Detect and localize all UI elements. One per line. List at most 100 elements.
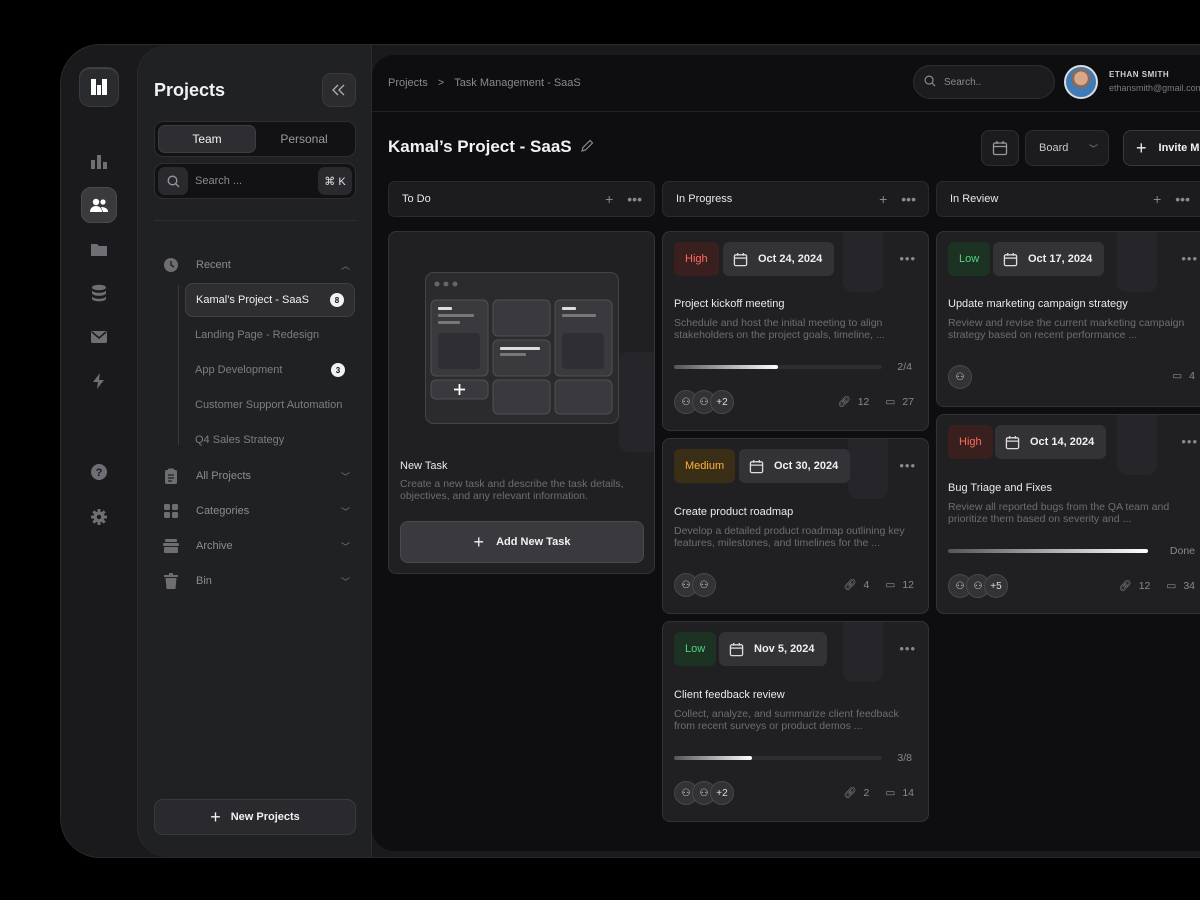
card-decoration bbox=[1117, 415, 1157, 475]
pencil-icon[interactable] bbox=[580, 139, 594, 158]
links-count: 12 bbox=[857, 395, 870, 408]
add-new-task-label: Add New Task bbox=[496, 536, 571, 548]
assignees[interactable]: ⚇ ⚇ bbox=[674, 573, 716, 597]
grid-icon bbox=[162, 502, 180, 520]
more-members-badge: +2 bbox=[710, 781, 734, 805]
due-date-text: Oct 14, 2024 bbox=[1030, 436, 1095, 448]
calendar-icon bbox=[749, 459, 764, 474]
task-description: Collect, analyze, and summarize client f… bbox=[674, 708, 899, 732]
project-item-customer-support[interactable]: Customer Support Automation bbox=[185, 388, 355, 422]
breadcrumb-projects[interactable]: Projects bbox=[388, 77, 428, 89]
project-item-app-development[interactable]: App Development 3 bbox=[185, 353, 355, 387]
add-icon[interactable]: + bbox=[605, 191, 613, 207]
view-select[interactable]: Board ﹀ bbox=[1025, 130, 1109, 166]
team-nav[interactable] bbox=[81, 187, 117, 223]
collapse-sidebar-button[interactable] bbox=[322, 73, 356, 107]
project-item-label: Landing Page - Redesign bbox=[195, 329, 320, 341]
links-count: 2 bbox=[863, 786, 870, 799]
breadcrumb-separator: > bbox=[437, 77, 445, 89]
progress-label: 2/4 bbox=[897, 361, 912, 373]
task-description: Schedule and host the initial meeting to… bbox=[674, 317, 885, 341]
more-icon[interactable]: ••• bbox=[1181, 252, 1198, 265]
all-projects-section[interactable]: All Projects ﹀ bbox=[162, 466, 356, 486]
divider bbox=[154, 220, 356, 221]
more-icon[interactable]: ••• bbox=[1181, 435, 1198, 448]
calendar-icon bbox=[733, 252, 748, 267]
more-icon[interactable]: ••• bbox=[627, 191, 642, 207]
project-item-q4-sales[interactable]: Q4 Sales Strategy bbox=[185, 423, 355, 457]
user-avatar[interactable] bbox=[1064, 65, 1098, 99]
task-card[interactable]: Low Nov 5, 2024 ••• Client feedback revi… bbox=[662, 621, 929, 822]
tab-team[interactable]: Team bbox=[158, 125, 256, 153]
due-date-text: Oct 24, 2024 bbox=[758, 253, 823, 265]
tab-personal[interactable]: Personal bbox=[256, 125, 352, 153]
assignees[interactable]: ⚇ ⚇ +5 bbox=[948, 574, 1008, 598]
priority-badge: High bbox=[948, 425, 993, 459]
sidebar-search[interactable]: Search ... ⌘ K bbox=[154, 163, 356, 199]
users-icon bbox=[90, 198, 108, 212]
analytics-nav[interactable] bbox=[81, 143, 117, 179]
due-date: Nov 5, 2024 bbox=[719, 632, 827, 666]
project-item-landing-page[interactable]: Landing Page - Redesign bbox=[185, 318, 355, 352]
archive-section[interactable]: Archive ﹀ bbox=[162, 536, 356, 556]
more-icon[interactable]: ••• bbox=[899, 252, 916, 265]
global-search[interactable]: Search.. bbox=[913, 65, 1055, 99]
section-label: Archive bbox=[196, 540, 233, 552]
project-item-label: App Development bbox=[195, 364, 283, 376]
new-task-card: New Task Create a new task and describe … bbox=[388, 231, 655, 574]
task-card[interactable]: Low Oct 17, 2024 ••• Update marketing ca… bbox=[936, 231, 1200, 407]
task-description: Develop a detailed product roadmap outli… bbox=[674, 525, 905, 549]
task-description: Review and revise the current marketing … bbox=[948, 317, 1185, 341]
settings-nav[interactable] bbox=[81, 499, 117, 535]
task-card[interactable]: High Oct 24, 2024 ••• Project kickoff me… bbox=[662, 231, 929, 431]
add-new-task-button[interactable]: + Add New Task bbox=[400, 521, 644, 563]
invite-button[interactable]: + Invite Me bbox=[1123, 130, 1200, 166]
progress-label: 3/8 bbox=[897, 752, 912, 764]
priority-badge: Low bbox=[674, 632, 717, 666]
new-projects-button[interactable]: + New Projects bbox=[154, 799, 356, 835]
board-illustration bbox=[425, 272, 619, 424]
task-title: Create product roadmap bbox=[674, 506, 794, 518]
add-icon[interactable]: + bbox=[879, 191, 887, 207]
comments-count: 14 bbox=[902, 786, 914, 799]
more-icon[interactable]: ••• bbox=[899, 642, 916, 655]
calendar-view-button[interactable] bbox=[981, 130, 1019, 166]
calendar-icon bbox=[1005, 435, 1020, 450]
mail-nav[interactable] bbox=[81, 319, 117, 355]
more-icon[interactable]: ••• bbox=[899, 459, 916, 472]
chevron-down-icon: ﹀ bbox=[340, 576, 350, 587]
recent-section[interactable]: Recent ︿ bbox=[162, 255, 356, 275]
link-icon: 🔗︎ bbox=[843, 579, 857, 591]
task-card[interactable]: Medium Oct 30, 2024 ••• Create product r… bbox=[662, 438, 929, 614]
help-icon: ? bbox=[91, 464, 107, 480]
task-card[interactable]: High Oct 14, 2024 ••• Bug Triage and Fix… bbox=[936, 414, 1200, 614]
due-date-text: Oct 17, 2024 bbox=[1028, 253, 1093, 265]
folder-nav[interactable] bbox=[81, 231, 117, 267]
add-icon[interactable]: + bbox=[1153, 191, 1161, 207]
categories-section[interactable]: Categories ﹀ bbox=[162, 501, 356, 521]
breadcrumb-current: Task Management - SaaS bbox=[454, 77, 581, 89]
card-decoration bbox=[843, 232, 883, 292]
more-icon[interactable]: ••• bbox=[1175, 191, 1190, 207]
comments-count: 34 bbox=[1183, 579, 1195, 592]
assignees[interactable]: ⚇ ⚇ +2 bbox=[674, 390, 734, 414]
more-icon[interactable]: ••• bbox=[901, 191, 916, 207]
archive-icon bbox=[162, 537, 180, 555]
column-title: In Progress bbox=[676, 193, 733, 205]
database-nav[interactable] bbox=[81, 275, 117, 311]
project-item-kamal[interactable]: Kamal’s Project - SaaS 8 bbox=[185, 283, 355, 317]
bin-section[interactable]: Bin ﹀ bbox=[162, 571, 356, 591]
links-count: 4 bbox=[863, 578, 870, 591]
app-logo[interactable] bbox=[79, 67, 119, 107]
automation-nav[interactable] bbox=[81, 363, 117, 399]
card-decoration bbox=[1117, 232, 1157, 292]
calendar-icon bbox=[1003, 252, 1018, 267]
plus-icon: + bbox=[1136, 138, 1147, 158]
due-date: Oct 14, 2024 bbox=[995, 425, 1107, 459]
section-label: Categories bbox=[196, 505, 250, 517]
due-date: Oct 30, 2024 bbox=[739, 449, 851, 483]
help-nav[interactable]: ? bbox=[81, 454, 117, 490]
assignees[interactable]: ⚇ ⚇ +2 bbox=[674, 781, 734, 805]
assignees[interactable]: ⚇ bbox=[948, 365, 972, 389]
app-window: ? Projects Team Personal Search ... ⌘ K … bbox=[60, 44, 1200, 858]
